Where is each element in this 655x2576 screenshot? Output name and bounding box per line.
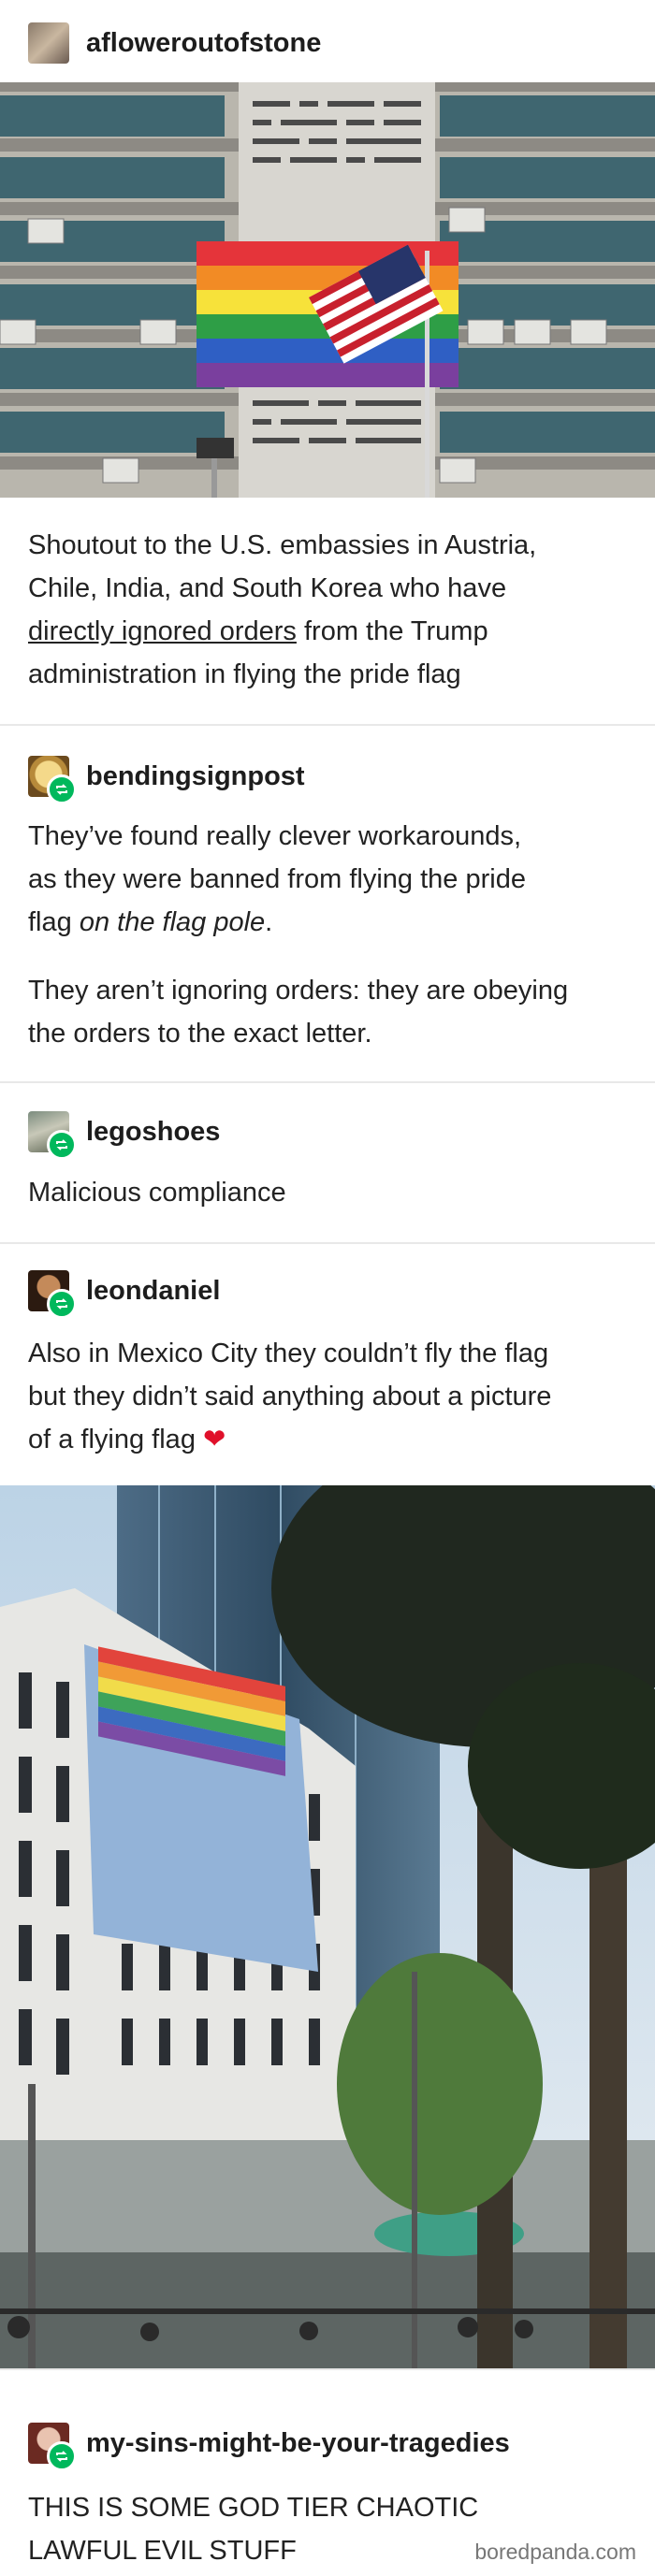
text-line: THIS IS SOME GOD TIER CHAOTIC — [28, 2493, 479, 2523]
text-line: administration in flying the pride flag — [28, 659, 461, 689]
text-line: Shoutout to the U.S. embassies in Austri… — [28, 530, 537, 560]
mexico-city-embassy-photo — [0, 1485, 655, 2368]
text-fragment: from the Trump — [296, 616, 488, 646]
divider — [0, 724, 655, 726]
reblog-icon — [47, 2441, 77, 2471]
text-line: Malicious compliance — [28, 1178, 286, 1208]
username[interactable]: my-sins-might-be-your-tragedies — [86, 2428, 510, 2459]
username[interactable]: aflowerout​ofstone — [86, 28, 321, 59]
text-fragment: . — [265, 907, 273, 937]
divider — [0, 2368, 655, 2370]
username[interactable]: legoshoes — [86, 1117, 220, 1148]
username[interactable]: leondaniel — [86, 1276, 220, 1307]
text-line: Also in Mexico City they couldn’t fly th… — [28, 1339, 549, 1368]
avatar[interactable] — [28, 1270, 77, 1319]
post-body: They aren’t ignoring orders: they are ob… — [28, 969, 627, 1055]
post-header-leondaniel: leondaniel — [0, 1270, 655, 1319]
post-body: Malicious compliance — [28, 1171, 627, 1214]
heart-icon: ❤ — [203, 1425, 226, 1454]
post-body: Shoutout to the U.S. embassies in Austri… — [28, 524, 627, 696]
watermark: boredpanda.com — [474, 2540, 636, 2564]
post-header-my-sins: my-sins-might-be-your-tragedies — [0, 2423, 655, 2471]
divider — [0, 1242, 655, 1244]
post-header-aflowerout: aflowerout​ofstone — [0, 22, 655, 64]
text-line: They aren’t ignoring orders: they are ob… — [28, 976, 569, 1006]
text-line: but they didn’t said anything about a pi… — [28, 1382, 552, 1411]
directly-ignored-orders-link[interactable]: directly ignored orders — [28, 616, 297, 646]
divider — [0, 1081, 655, 1083]
post-body: They’ve found really clever workarounds,… — [28, 815, 627, 944]
avatar[interactable] — [28, 22, 69, 64]
reblog-icon — [47, 774, 77, 804]
post-header-legoshoes: legoshoes — [0, 1111, 655, 1160]
text-fragment: flag — [28, 907, 80, 937]
username[interactable]: bendingsignpost — [86, 761, 305, 792]
embassy-photo — [0, 82, 655, 498]
text-fragment: of a flying flag — [28, 1425, 196, 1454]
post-body: Also in Mexico City they couldn’t fly th… — [28, 1332, 627, 1461]
post-header-bendingsignpost: bendingsignpost — [0, 756, 655, 804]
reblog-icon — [47, 1130, 77, 1160]
reblog-icon — [47, 1289, 77, 1319]
emphasis: on the flag pole — [79, 907, 266, 937]
text-line: Chile, India, and South Korea who have — [28, 573, 507, 603]
avatar[interactable] — [28, 1111, 77, 1160]
avatar[interactable] — [28, 2423, 77, 2471]
text-line: as they were banned from flying the prid… — [28, 864, 526, 894]
text-line: directly ignored orders from the Trump — [28, 610, 627, 653]
text-line: the orders to the exact letter. — [28, 1019, 372, 1049]
avatar[interactable] — [28, 756, 77, 804]
text-line: They’ve found really clever workarounds, — [28, 821, 522, 851]
text-line: of a flying flag ❤ — [28, 1418, 627, 1461]
text-line: flag on the flag pole. — [28, 901, 627, 944]
